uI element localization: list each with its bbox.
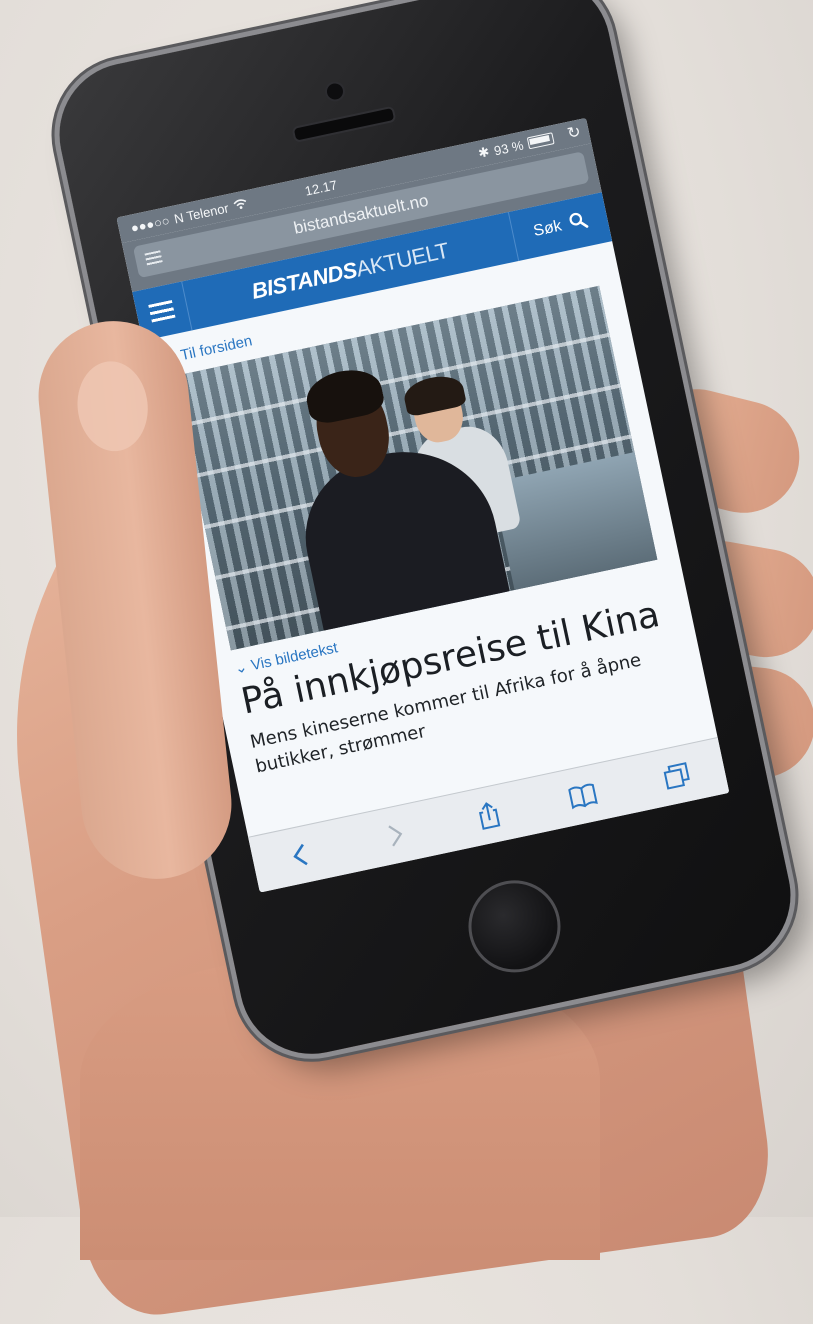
share-icon xyxy=(478,802,501,830)
signal-dots: ●●●○○ xyxy=(129,212,171,236)
bookmarks-button[interactable] xyxy=(559,772,606,819)
tabs-icon xyxy=(663,762,690,790)
forward-button[interactable] xyxy=(371,812,418,859)
search-icon xyxy=(567,210,589,236)
reader-icon[interactable] xyxy=(144,250,164,268)
bluetooth-icon: ✱ xyxy=(476,143,491,161)
hamburger-icon xyxy=(148,299,176,323)
book-icon xyxy=(568,783,598,810)
chevron-right-icon xyxy=(388,825,403,847)
share-button[interactable] xyxy=(465,792,512,839)
search-label: Søk xyxy=(531,217,564,241)
photo-scene: ●●●○○ N Telenor 12.17 ✱ 93 % ↻ bistandsa… xyxy=(0,0,813,1324)
battery-percent: 93 % xyxy=(492,137,525,159)
battery-icon xyxy=(526,132,555,150)
reload-icon[interactable]: ↻ xyxy=(565,121,583,143)
logo-bold: BISTANDS xyxy=(249,257,360,304)
back-button[interactable] xyxy=(277,831,324,878)
tabs-button[interactable] xyxy=(653,752,700,799)
logo-light: AKTUELT xyxy=(353,237,451,282)
back-link-label: Til forsiden xyxy=(179,332,254,365)
clock: 12.17 xyxy=(303,176,339,199)
wifi-icon xyxy=(232,196,249,214)
thumbnail xyxy=(73,357,153,455)
chevron-left-icon xyxy=(293,843,308,866)
